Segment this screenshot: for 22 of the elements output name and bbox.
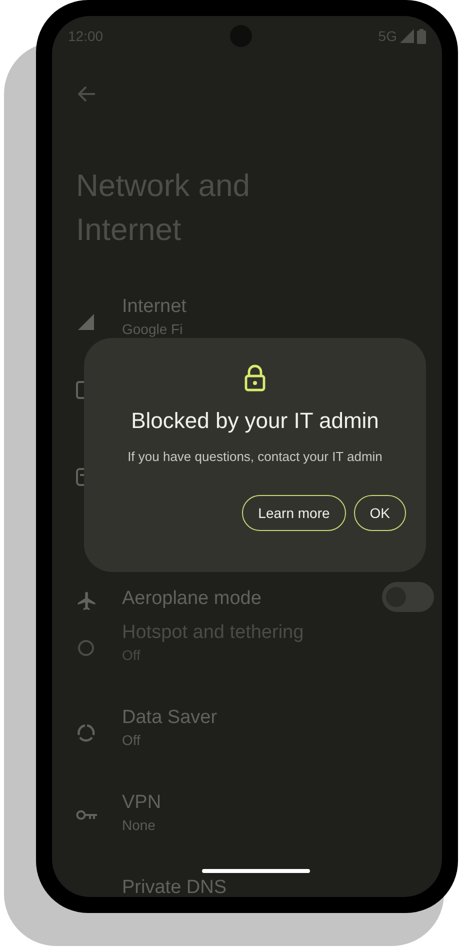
- setting-summary: Google Fi: [122, 320, 184, 338]
- dialog-title: Blocked by your IT admin: [131, 407, 379, 435]
- dialog-button[interactable]: Learn more: [242, 495, 346, 531]
- toggle-switch[interactable]: [382, 582, 434, 612]
- home-indicator[interactable]: [202, 869, 310, 873]
- dialog-message: If you have questions, contact your IT admin: [128, 448, 382, 466]
- aeroplane-icon: [76, 590, 98, 612]
- data-saver-icon: [76, 723, 96, 743]
- key-icon: [76, 808, 98, 822]
- setting-title[interactable]: Aeroplane mode: [122, 586, 382, 612]
- setting-summary: Off: [122, 731, 142, 749]
- signal-icon: [76, 312, 96, 332]
- back-arrow-icon[interactable]: [78, 86, 96, 102]
- lock-icon: [244, 364, 266, 392]
- hotspot-icon: [76, 638, 96, 658]
- setting-title[interactable]: Private DNS: [122, 875, 434, 897]
- battery-icon: [416, 28, 426, 44]
- setting-title[interactable]: Internet: [122, 294, 434, 320]
- setting-summary: None: [122, 816, 156, 834]
- setting-title[interactable]: VPN: [122, 790, 434, 816]
- setting-title[interactable]: Data Saver: [122, 705, 434, 731]
- dialog-button[interactable]: OK: [354, 495, 406, 531]
